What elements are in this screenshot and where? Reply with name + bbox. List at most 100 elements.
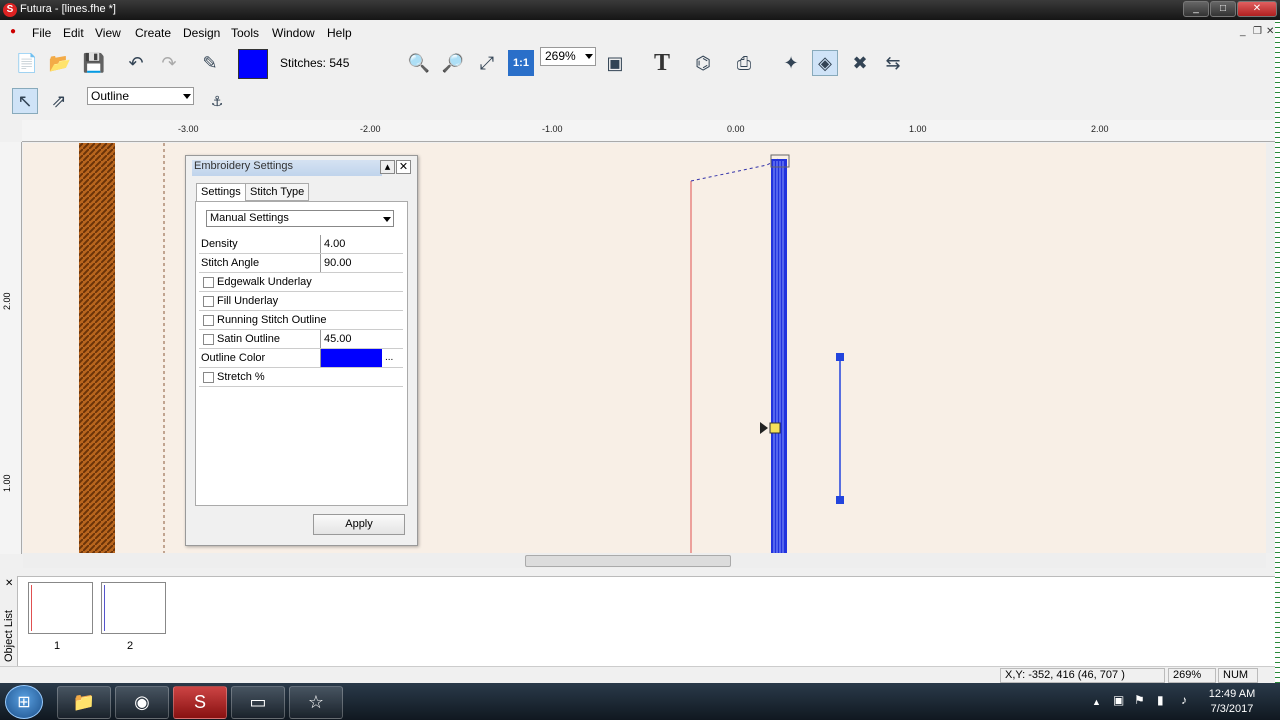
tab-stitch-type[interactable]: Stitch Type — [245, 183, 310, 201]
window-task-icon[interactable]: ▭ — [231, 686, 285, 719]
menu-create[interactable]: Create — [135, 26, 171, 40]
close-icon[interactable]: ✕ — [5, 578, 13, 589]
status-bar: X,Y: -352, 416 (46, 707 ) 269% NUM — [0, 666, 1275, 683]
actual-size-icon[interactable]: 1:1 — [508, 50, 534, 76]
menu-edit[interactable]: Edit — [63, 26, 84, 40]
mdi-close-icon[interactable]: ✕ — [1266, 26, 1274, 37]
line-node-top[interactable] — [836, 353, 844, 361]
object-list-panel — [0, 576, 1275, 666]
blue-satin-column[interactable] — [771, 159, 787, 553]
maximize-button[interactable]: □ — [1210, 1, 1236, 17]
object-thumbnail[interactable] — [28, 582, 93, 634]
start-button-icon[interactable]: ⊞ — [5, 685, 43, 719]
close-button[interactable]: ✕ — [1237, 1, 1277, 17]
density-field[interactable]: 4.00 — [320, 235, 403, 253]
thumbnail-number: 2 — [127, 640, 134, 652]
zoom-select[interactable]: 269% — [540, 47, 596, 66]
futura-app-icon[interactable]: S — [173, 686, 227, 719]
edgewalk-checkbox[interactable] — [203, 277, 214, 288]
satin-outline-field[interactable]: 45.00 — [320, 330, 403, 348]
clock-date: 7/3/2017 — [1210, 703, 1254, 715]
transfer-icon[interactable]: ⇆ — [880, 50, 906, 76]
ruler-tick: -2.00 — [360, 124, 381, 134]
trace-icon[interactable]: ⌬ — [690, 50, 716, 76]
ruler-tick: 1.00 — [2, 474, 12, 492]
ruler-tick: 1.00 — [909, 124, 927, 134]
stitch-angle-label: Stitch Angle — [201, 257, 260, 269]
open-folder-icon[interactable]: 📂 — [47, 50, 73, 76]
mdi-minimize-icon[interactable]: _ — [1240, 26, 1246, 37]
select-tool-icon[interactable]: ↖ — [12, 88, 38, 114]
dialog-title[interactable]: Embroidery Settings — [192, 160, 382, 176]
outline-color-more-button[interactable]: ... — [385, 352, 393, 363]
file-explorer-icon[interactable]: 📁 — [57, 686, 111, 719]
volume-icon[interactable]: ♪ — [1181, 693, 1187, 707]
menu-help[interactable]: Help — [327, 26, 352, 40]
brown-satin-column[interactable] — [79, 143, 115, 553]
minimize-button[interactable]: _ — [1183, 1, 1209, 17]
hoop-select-icon[interactable]: ◈ — [812, 50, 838, 76]
chevron-down-icon — [383, 217, 391, 222]
stitch-mode-value: Outline — [91, 89, 130, 103]
stitch-angle-field[interactable]: 90.00 — [320, 254, 403, 272]
menu-tools[interactable]: Tools — [231, 26, 259, 40]
fill-underlay-checkbox[interactable] — [203, 296, 214, 307]
horizontal-scroll-thumb[interactable] — [525, 555, 731, 567]
chrome-icon[interactable]: ◉ — [115, 686, 169, 719]
satin-outline-checkbox[interactable] — [203, 334, 214, 345]
node-edit-icon[interactable]: ⇗ — [46, 88, 72, 114]
pencil-icon[interactable]: ✎ — [197, 50, 223, 76]
star-app-icon[interactable]: ☆ — [289, 686, 343, 719]
undo-icon[interactable]: ↶ — [123, 50, 149, 76]
app-icon[interactable]: S — [3, 3, 17, 17]
line-node-bottom[interactable] — [836, 496, 844, 504]
doc-icon[interactable]: ● — [10, 26, 16, 37]
remove-stitches-icon[interactable]: ✖ — [847, 50, 873, 76]
save-icon[interactable]: 💾 — [81, 50, 107, 76]
apply-button[interactable]: Apply — [313, 514, 405, 535]
menu-design[interactable]: Design — [183, 26, 220, 40]
object-list-label: Object List — [3, 610, 15, 662]
zoom-out-icon[interactable]: 🔎 — [440, 50, 466, 76]
redo-icon[interactable]: ↷ — [156, 50, 182, 76]
text-tool-icon[interactable]: T — [649, 50, 675, 76]
network-icon[interactable]: ▮ — [1157, 693, 1164, 707]
settings-mode-select[interactable]: Manual Settings — [206, 210, 394, 227]
object-thumbnail[interactable] — [101, 582, 166, 634]
dialog-close-icon[interactable]: ✕ — [396, 160, 411, 174]
dialog-collapse-icon[interactable]: ▴ — [380, 160, 395, 174]
sewing-machine-icon[interactable]: ⎙ — [731, 50, 757, 76]
running-outline-checkbox[interactable] — [203, 315, 214, 326]
zoom-readout: 269% — [1168, 668, 1216, 683]
ruler-tick: 2.00 — [2, 292, 12, 310]
vertical-scrollbar[interactable] — [1266, 143, 1275, 553]
mdi-restore-icon[interactable]: ❐ — [1253, 26, 1262, 37]
running-outline-label: Running Stitch Outline — [217, 314, 327, 326]
menu-view[interactable]: View — [95, 26, 121, 40]
tray-expand-icon[interactable]: ▲ — [1092, 697, 1101, 707]
stitch-count: Stitches: 545 — [280, 56, 350, 70]
window-title: Futura - [lines.fhe *] — [20, 3, 116, 15]
tab-settings[interactable]: Settings — [196, 183, 246, 201]
num-lock-indicator: NUM — [1218, 668, 1258, 683]
tray-app-icon[interactable]: ▣ — [1113, 693, 1124, 707]
anchor-icon[interactable]: ⚓ — [204, 88, 230, 114]
system-clock[interactable]: 12:49 AM 7/3/2017 — [1202, 687, 1262, 717]
zoom-in-icon[interactable]: 🔍 — [406, 50, 432, 76]
tray-flag-icon[interactable]: ⚑ — [1134, 693, 1145, 707]
menu-window[interactable]: Window — [272, 26, 315, 40]
new-file-icon[interactable]: 📄 — [14, 50, 40, 76]
stretch-checkbox[interactable] — [203, 372, 214, 383]
stitch-mode-select[interactable]: Outline — [87, 87, 194, 105]
star-move-icon[interactable]: ✦ — [778, 50, 804, 76]
hoop-view-icon[interactable]: ▣ — [602, 50, 628, 76]
jump-stitch-line — [690, 158, 779, 182]
zoom-value: 269% — [545, 49, 576, 63]
outline-color-swatch[interactable] — [320, 349, 382, 367]
thumbnail-blue-line — [104, 585, 105, 631]
color-swatch[interactable] — [238, 49, 268, 79]
clock-time: 12:49 AM — [1208, 688, 1256, 700]
background-stripe — [1275, 20, 1280, 683]
menu-file[interactable]: File — [32, 26, 51, 40]
fit-window-icon[interactable]: ⤢ — [474, 50, 500, 76]
